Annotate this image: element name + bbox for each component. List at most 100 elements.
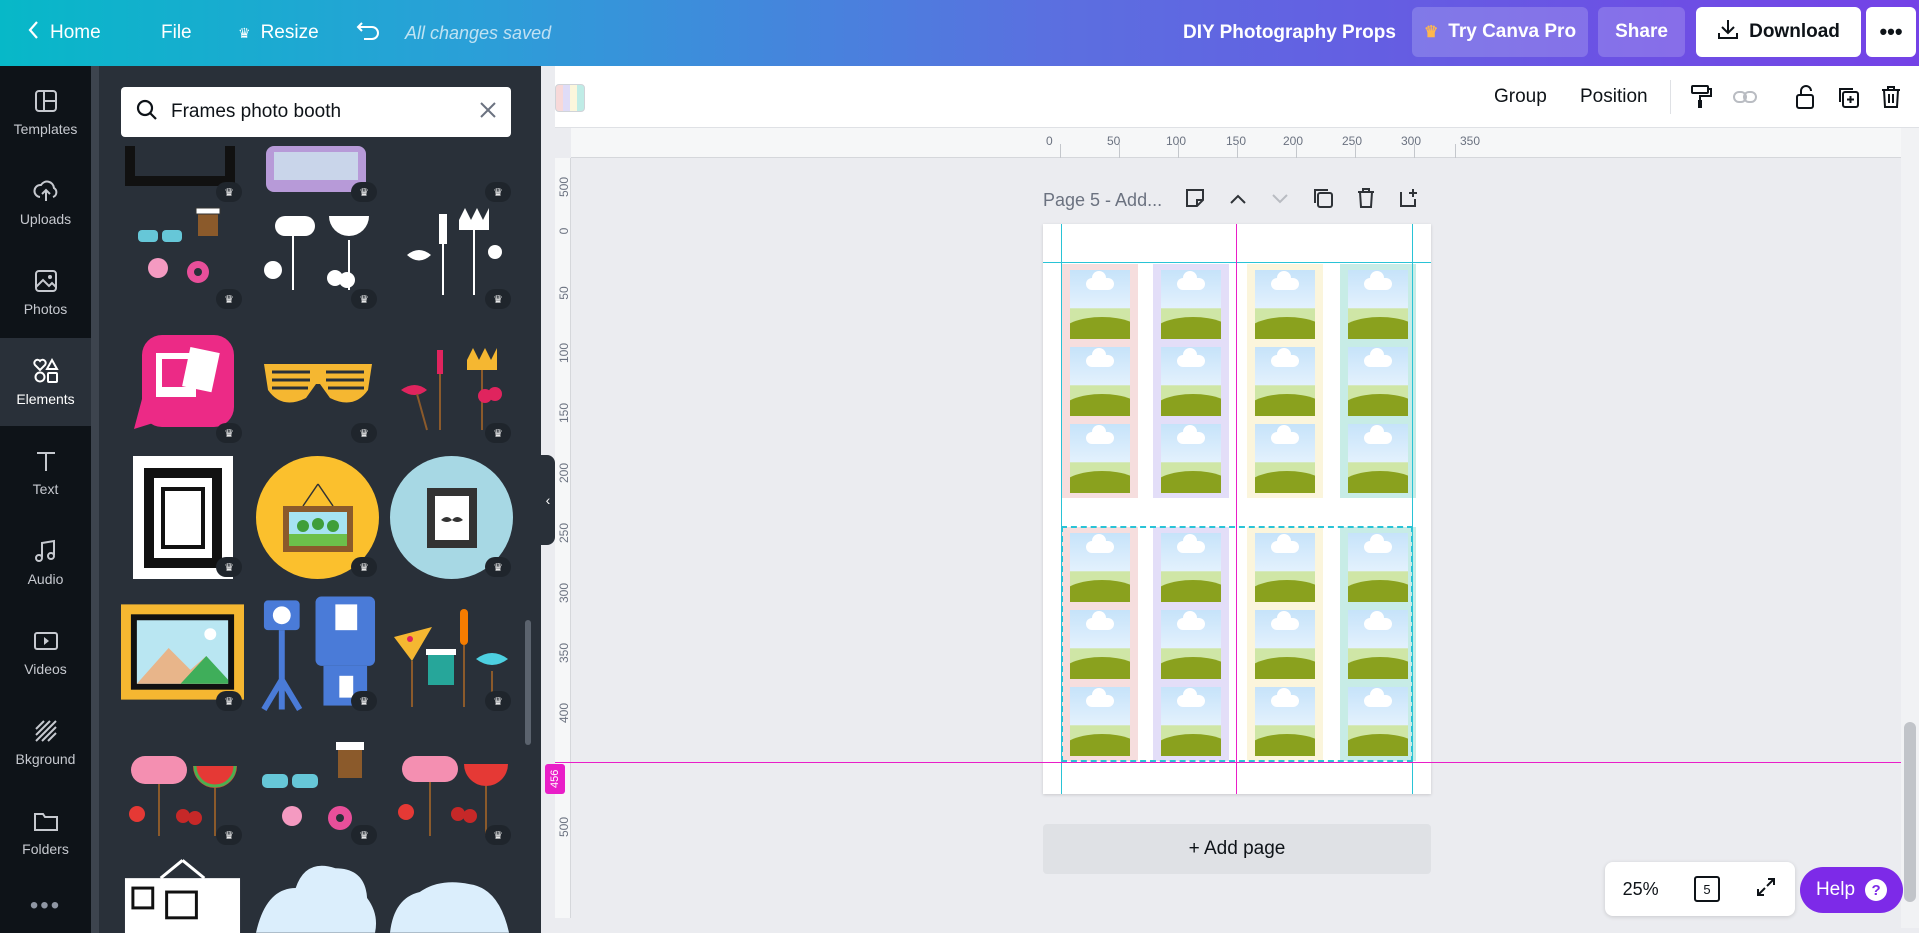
ruler-label: 0 bbox=[1046, 134, 1053, 148]
rail-item-audio[interactable]: Audio bbox=[0, 518, 91, 606]
element-tile-lips-crown-props[interactable]: ♛ bbox=[390, 188, 513, 311]
photo-placeholder bbox=[1255, 270, 1315, 339]
duplicate-page-icon[interactable] bbox=[1312, 187, 1334, 214]
element-tile-bubble-strawberry-props[interactable]: ♛ bbox=[121, 724, 244, 847]
file-label: File bbox=[161, 22, 192, 43]
rail-label-uploads: Uploads bbox=[19, 211, 72, 227]
photo-placeholder bbox=[1070, 347, 1130, 416]
rail-item-photos[interactable]: Photos bbox=[0, 248, 91, 336]
cloud-shape bbox=[1177, 271, 1205, 290]
ruler-tick bbox=[1414, 144, 1415, 158]
ruler-tick bbox=[1455, 144, 1456, 158]
chevron-left-icon bbox=[26, 19, 40, 47]
photo-strip[interactable] bbox=[1153, 264, 1229, 498]
add-page-icon[interactable] bbox=[1398, 187, 1420, 214]
hill-shape bbox=[1255, 471, 1315, 493]
alignment-guide bbox=[1043, 262, 1431, 263]
resize-button[interactable]: ♛ Resize bbox=[238, 0, 319, 66]
add-page-button[interactable]: + Add page bbox=[1043, 824, 1431, 874]
pro-crown-badge: ♛ bbox=[485, 557, 511, 577]
rail-item-background[interactable]: Bkground bbox=[0, 698, 91, 786]
toolbar-divider bbox=[1670, 80, 1671, 114]
help-question-icon: ? bbox=[1865, 879, 1888, 901]
cloud-shape bbox=[1364, 425, 1392, 444]
rail-item-uploads[interactable]: Uploads bbox=[0, 158, 91, 246]
rail-more-button[interactable]: ••• bbox=[0, 892, 91, 920]
ruler-label: 250 bbox=[1342, 134, 1363, 148]
unlock-icon[interactable] bbox=[1790, 82, 1820, 112]
element-tile-pink-photos[interactable]: ♛ bbox=[121, 322, 244, 445]
rail-item-templates[interactable]: Templates bbox=[0, 68, 91, 156]
zoom-level[interactable]: 25% bbox=[1623, 879, 1659, 900]
cloud-shape bbox=[1271, 271, 1299, 290]
pro-crown-badge: ♛ bbox=[216, 423, 242, 443]
rail-item-videos[interactable]: Videos bbox=[0, 608, 91, 696]
rail-item-folders[interactable]: Folders bbox=[0, 788, 91, 876]
element-tile-mustache-frame[interactable]: ♛ bbox=[390, 456, 513, 579]
trash-icon[interactable] bbox=[1876, 82, 1906, 112]
element-tile-hanging-frame[interactable]: ♛ bbox=[256, 456, 379, 579]
rail-item-elements[interactable]: Elements bbox=[0, 338, 91, 426]
move-page-up-icon[interactable] bbox=[1228, 190, 1248, 211]
help-button[interactable]: Help ? bbox=[1800, 867, 1903, 913]
hill-shape bbox=[1255, 394, 1315, 416]
color-swatch-button[interactable] bbox=[555, 84, 585, 112]
element-tile-landscape-frame[interactable]: ♛ bbox=[121, 590, 244, 713]
element-tile-color-props[interactable]: ♛ bbox=[390, 322, 513, 445]
photo-strip[interactable] bbox=[1340, 264, 1416, 498]
home-button[interactable]: Home bbox=[26, 0, 101, 66]
clear-search-icon[interactable] bbox=[479, 101, 497, 124]
canva-editor: Home File ♛ Resize All changes saved DIY… bbox=[0, 0, 1919, 933]
collapse-panel-button[interactable]: ‹ bbox=[541, 455, 555, 545]
elements-shapes-icon bbox=[32, 357, 59, 383]
page-title[interactable]: Page 5 - Add... bbox=[1043, 190, 1162, 211]
background-hatch-icon bbox=[34, 720, 57, 742]
panel-scrollbar[interactable] bbox=[525, 620, 531, 745]
download-icon bbox=[1717, 18, 1739, 46]
hill-shape bbox=[1161, 471, 1221, 493]
position-button[interactable]: Position bbox=[1580, 66, 1648, 128]
undo-button[interactable] bbox=[356, 0, 382, 66]
photo-strip[interactable] bbox=[1247, 264, 1323, 498]
page-count-button[interactable]: 5 bbox=[1694, 876, 1720, 902]
cloud-shape bbox=[1177, 348, 1205, 367]
ruler-tick bbox=[1296, 144, 1297, 158]
element-tile-hanging-sign[interactable] bbox=[121, 858, 244, 933]
element-tile-cloud-shape[interactable] bbox=[256, 858, 379, 933]
cloud-shape bbox=[1177, 425, 1205, 444]
element-tile-food-props[interactable]: ♛ bbox=[390, 590, 513, 713]
try-canva-pro-button[interactable]: ♛ Try Canva Pro bbox=[1412, 7, 1588, 57]
rail-label-templates: Templates bbox=[13, 121, 78, 137]
element-tile-glasses-coffee-donut-2[interactable]: ♛ bbox=[256, 724, 379, 847]
group-button[interactable]: Group bbox=[1494, 66, 1547, 128]
document-title[interactable]: DIY Photography Props bbox=[1183, 0, 1396, 66]
element-tile-sunglasses-coffee-donut[interactable]: ♛ bbox=[121, 188, 244, 311]
delete-page-icon[interactable] bbox=[1356, 187, 1376, 214]
rail-item-text[interactable]: Text bbox=[0, 428, 91, 516]
file-menu-button[interactable]: File bbox=[161, 0, 192, 66]
element-tile-bubble-watermelon-props[interactable]: ♛ bbox=[390, 724, 513, 847]
photo-strip[interactable] bbox=[1062, 264, 1138, 498]
paint-roller-icon[interactable] bbox=[1686, 82, 1716, 112]
share-button[interactable]: Share bbox=[1598, 7, 1685, 57]
element-tile-bw-props[interactable]: ♛ bbox=[256, 188, 379, 311]
cloud-shape bbox=[1271, 348, 1299, 367]
photo-placeholder bbox=[1255, 347, 1315, 416]
element-tile-blue-camera-rig[interactable]: ♛ bbox=[256, 590, 379, 713]
selection-box[interactable] bbox=[1061, 526, 1413, 762]
vertical-scroll-thumb[interactable] bbox=[1904, 722, 1916, 902]
fullscreen-icon[interactable] bbox=[1755, 876, 1777, 903]
download-button[interactable]: Download bbox=[1696, 7, 1861, 57]
element-tile-cloud-shape-2[interactable] bbox=[390, 858, 513, 933]
element-tile-white-frame[interactable]: ♛ bbox=[121, 456, 244, 579]
search-bar bbox=[121, 87, 511, 137]
photo-placeholder bbox=[1348, 424, 1408, 493]
hill-shape bbox=[1070, 471, 1130, 493]
left-rail: Templates Uploads Photos Elements Text A… bbox=[0, 66, 91, 933]
duplicate-icon[interactable] bbox=[1833, 82, 1863, 112]
search-input[interactable] bbox=[171, 101, 467, 123]
more-options-button[interactable]: ••• bbox=[1866, 7, 1916, 57]
element-tile-shutter-shades[interactable]: ♛ bbox=[256, 322, 379, 445]
more-icon: ••• bbox=[1879, 19, 1903, 44]
page-notes-icon[interactable] bbox=[1184, 187, 1206, 214]
